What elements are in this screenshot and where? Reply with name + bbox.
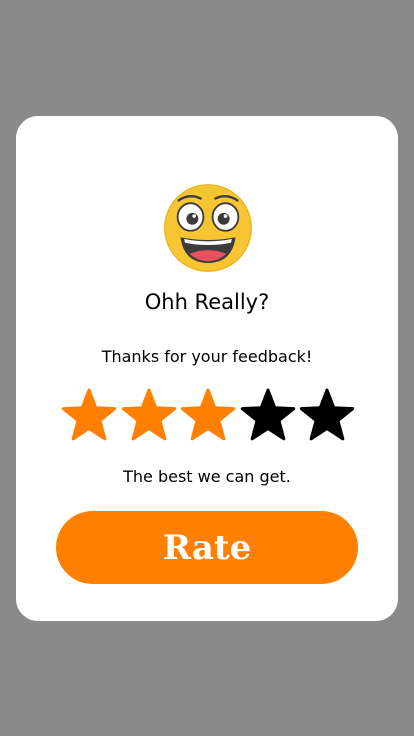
star-4-icon[interactable]	[239, 386, 297, 444]
rating-caption: The best we can get.	[123, 467, 291, 486]
grinning-face-icon	[164, 184, 252, 272]
star-3-icon[interactable]	[179, 386, 237, 444]
star-1-icon[interactable]	[60, 386, 118, 444]
star-5-icon[interactable]	[298, 386, 356, 444]
rating-dialog: Ohh Really? Thanks for your feedback! Th…	[16, 116, 398, 621]
star-2-icon[interactable]	[120, 386, 178, 444]
dialog-subtitle: Thanks for your feedback!	[101, 347, 313, 366]
rate-button[interactable]: Rate	[56, 511, 358, 584]
dialog-title: Ohh Really?	[144, 290, 270, 314]
star-rating[interactable]	[60, 386, 356, 444]
